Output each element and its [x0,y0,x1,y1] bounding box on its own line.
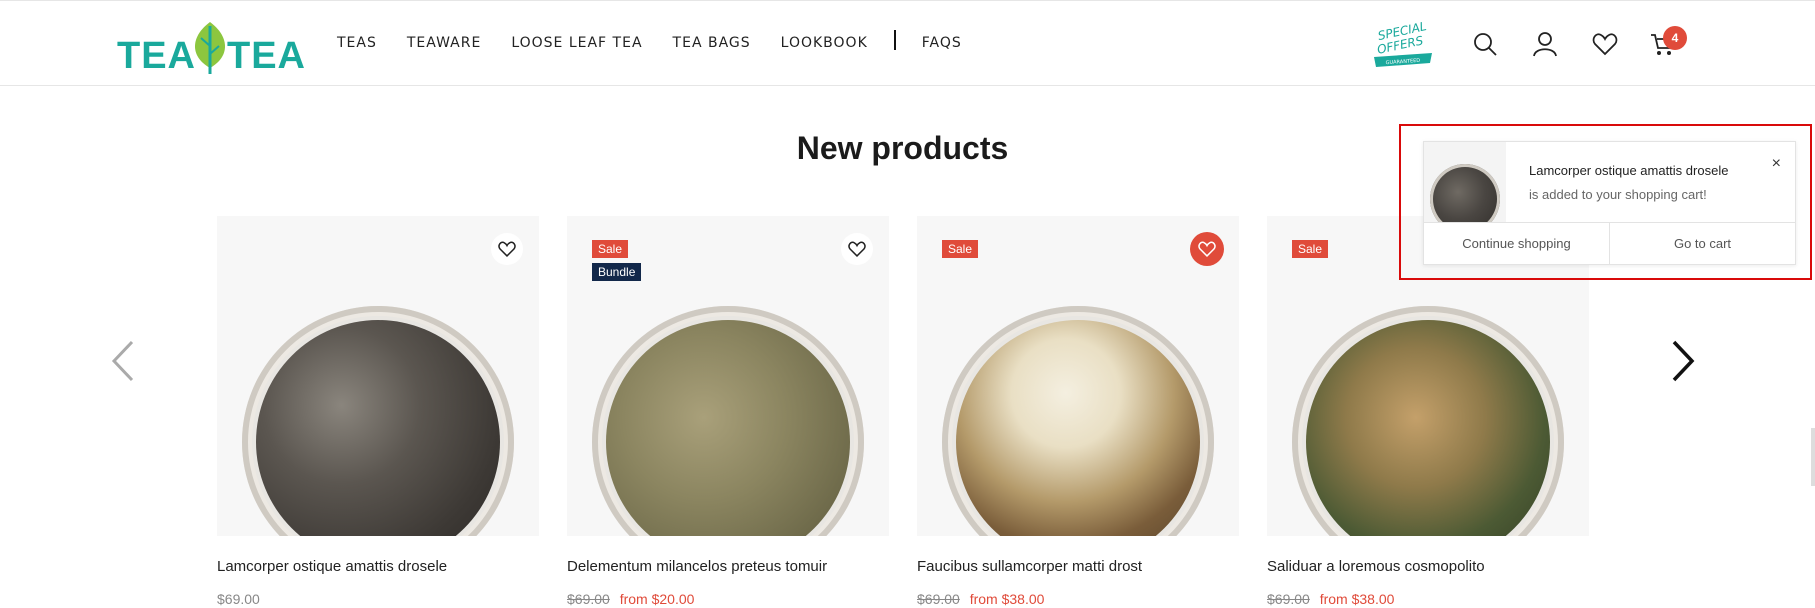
cart-count-badge: 4 [1663,26,1687,50]
product-badges: Sale [942,240,979,258]
nav-item-faqs[interactable]: FAQS [922,35,962,51]
heart-icon[interactable] [1592,31,1618,57]
main-nav: TEAS TEAWARE LOOSE LEAF TEA TEA BAGS LOO… [337,30,992,51]
sale-badge: Sale [592,240,629,258]
price-old: $69.00 [917,591,960,607]
chevron-left-icon [111,340,134,382]
wishlist-button[interactable] [841,233,873,265]
scrollbar-edge[interactable] [1811,428,1815,486]
wishlist-button[interactable] [491,233,523,265]
sale-badge: Sale [942,240,979,258]
site-header: TEA TEA TEAS TEAWARE LOOSE LEAF TEA TEA … [0,0,1815,86]
nav-item-loose-leaf-tea[interactable]: LOOSE LEAF TEA [511,35,642,51]
notification-product-name: Lamcorper ostique amattis drosele [1529,163,1729,178]
bundle-badge: Bundle [592,263,642,281]
carousel-prev-button[interactable] [104,336,144,386]
tea-tin-image [592,306,864,536]
price-regular: $69.00 [217,591,260,607]
notification-product-thumbnail [1424,142,1506,222]
product-card[interactable]: Lamcorper ostique amattis drosele $69.00 [217,216,539,607]
nav-item-teaware[interactable]: TEAWARE [407,35,481,51]
product-badges: Sale [1292,240,1329,258]
heart-icon [848,241,866,258]
notification-message: is added to your shopping cart! [1529,187,1707,202]
price-old: $69.00 [567,591,610,607]
product-card[interactable]: Sale Faucibus sullamcorper matti drost $… [917,216,1239,607]
price-sale: from $38.00 [969,591,1045,607]
search-icon[interactable] [1472,31,1498,57]
price-sale: from $20.00 [619,591,695,607]
logo-text-left: TEA [117,35,196,74]
chevron-right-icon [1672,340,1695,382]
go-to-cart-button[interactable]: Go to cart [1610,223,1795,264]
product-price: $69.00 from $38.00 [917,591,1239,607]
product-name[interactable]: Faucibus sullamcorper matti drost [917,558,1239,575]
product-name[interactable]: Delementum milancelos preteus tomuir [567,558,889,575]
add-to-cart-notification: Lamcorper ostique amattis drosele is add… [1423,141,1796,265]
tea-tin-image [242,306,514,536]
nav-item-lookbook[interactable]: LOOKBOOK [781,35,868,51]
product-image[interactable]: Sale Bundle [567,216,889,536]
user-icon[interactable] [1532,31,1558,57]
special-offers-badge[interactable]: SPECIAL OFFERS GUARANTEED [1372,19,1434,69]
leaf-icon [194,22,226,74]
carousel-next-button[interactable] [1662,336,1702,386]
product-image[interactable] [217,216,539,536]
nav-item-tea-bags[interactable]: TEA BAGS [673,35,751,51]
continue-shopping-button[interactable]: Continue shopping [1424,223,1610,264]
special-offers-ribbon: GUARANTEED [1385,58,1420,66]
logo-text-right: TEA [227,35,306,74]
notification-actions: Continue shopping Go to cart [1424,222,1795,264]
product-price: $69.00 from $20.00 [567,591,889,607]
product-card[interactable]: Sale Bundle Delementum milancelos preteu… [567,216,889,607]
product-name[interactable]: Saliduar a loremous cosmopolito [1267,558,1589,575]
product-name[interactable]: Lamcorper ostique amattis drosele [217,558,539,575]
product-price: $69.00 from $38.00 [1267,591,1589,607]
product-badges: Sale Bundle [592,240,642,281]
wishlist-button-active[interactable] [1190,232,1224,266]
product-price: $69.00 [217,591,539,607]
sale-badge: Sale [1292,240,1329,258]
product-image[interactable]: Sale [917,216,1239,536]
tea-tin-image [1292,306,1564,536]
close-icon[interactable]: × [1772,155,1781,173]
nav-divider [893,30,896,50]
tea-tin-image [942,306,1214,536]
price-old: $69.00 [1267,591,1310,607]
nav-item-teas[interactable]: TEAS [337,35,377,51]
price-sale: from $38.00 [1319,591,1395,607]
heart-icon [1198,241,1216,258]
heart-icon [498,241,516,258]
site-logo[interactable]: TEA TEA [117,18,307,74]
